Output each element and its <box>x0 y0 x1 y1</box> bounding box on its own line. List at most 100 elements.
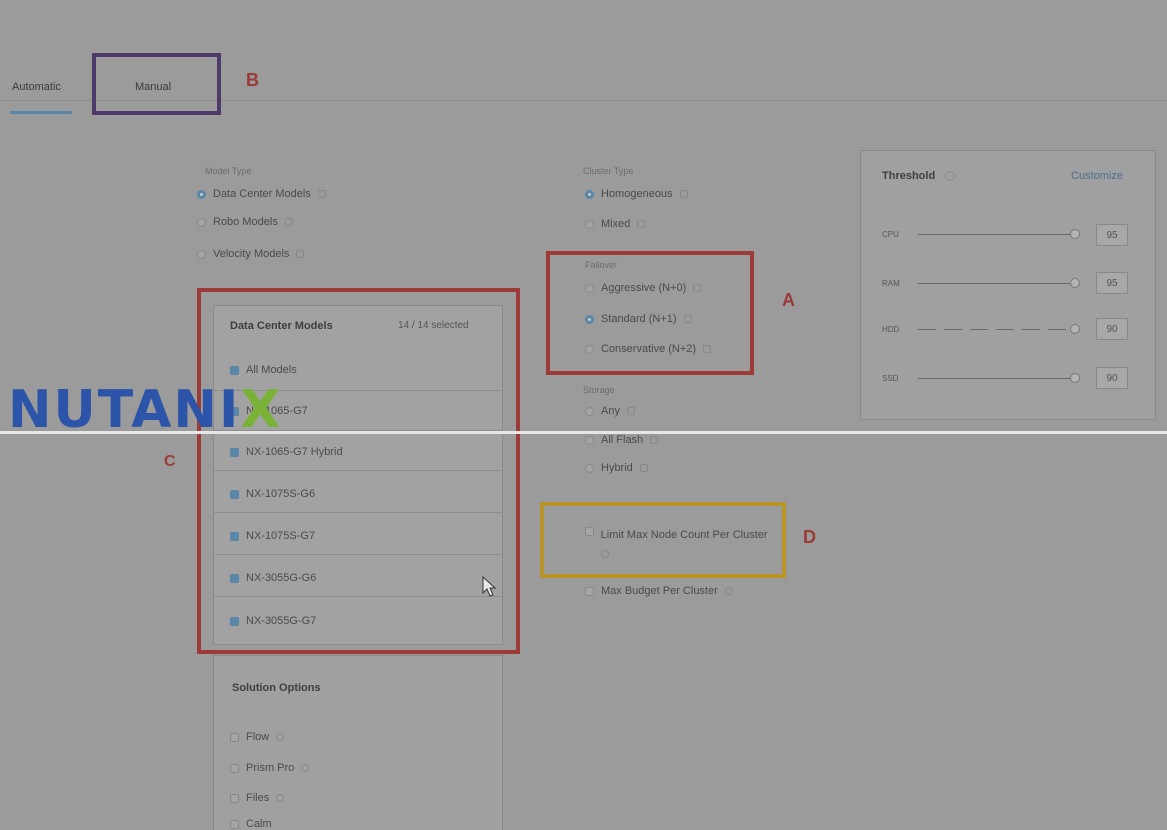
hdd-slider-handle[interactable] <box>1070 324 1080 334</box>
row-divider <box>213 554 503 555</box>
checkbox-checked-icon[interactable] <box>230 489 239 499</box>
checkbox-checked-icon[interactable] <box>230 573 239 583</box>
checkbox-checked-icon[interactable] <box>230 531 239 541</box>
storage-option-allflash[interactable]: All Flash <box>585 434 659 446</box>
option-label: Max Budget Per Cluster <box>601 585 718 597</box>
cpu-threshold-input[interactable]: 95 <box>1096 224 1128 246</box>
list-item-label: NX-1075S-G7 <box>246 530 316 542</box>
ram-slider-handle[interactable] <box>1070 278 1080 288</box>
radio-icon[interactable] <box>585 219 594 229</box>
radio-selected-icon[interactable] <box>197 189 206 199</box>
info-icon <box>284 218 293 226</box>
checkbox-icon[interactable] <box>230 793 239 803</box>
checkbox-icon[interactable] <box>230 732 239 742</box>
hdd-slider-track[interactable] <box>918 329 1073 330</box>
checkbox-checked-icon[interactable] <box>230 616 239 626</box>
option-label: Prism Pro <box>246 762 295 774</box>
option-label: Data Center Models <box>213 188 311 200</box>
list-item-all-models[interactable]: All Models <box>230 364 297 376</box>
cluster-type-option-homogeneous[interactable]: Homogeneous <box>585 188 688 200</box>
limit-max-node-label: Limit Max Node Count Per Cluster <box>600 525 770 565</box>
radio-icon[interactable] <box>585 283 594 293</box>
option-label: Aggressive (N+0) <box>601 282 687 294</box>
radio-selected-icon[interactable] <box>585 189 594 199</box>
dc-models-title: Data Center Models <box>230 320 333 332</box>
solution-option-flow[interactable]: Flow <box>230 731 285 743</box>
option-label: Conservative (N+2) <box>601 343 697 355</box>
annotation-box-c <box>197 288 520 654</box>
info-icon <box>296 250 305 258</box>
checkbox-checked-icon[interactable] <box>230 447 239 457</box>
storage-option-any[interactable]: Any <box>585 405 635 417</box>
list-item-label: NX-3055G-G7 <box>246 615 317 627</box>
option-label: Homogeneous <box>601 188 673 200</box>
info-icon <box>276 733 285 741</box>
checkbox-icon[interactable] <box>230 819 239 829</box>
failover-option-standard[interactable]: Standard (N+1) <box>585 313 692 325</box>
list-item[interactable]: NX-3055G-G7 <box>230 615 316 627</box>
info-icon <box>650 436 659 444</box>
radio-icon[interactable] <box>197 217 206 227</box>
ssd-threshold-input[interactable]: 90 <box>1096 367 1128 389</box>
option-label: Mixed <box>601 218 631 230</box>
row-divider <box>213 596 503 597</box>
threshold-label-ssd: SSD <box>882 374 899 383</box>
info-icon <box>724 587 733 595</box>
checkbox-icon[interactable] <box>230 763 239 773</box>
storage-option-hybrid[interactable]: Hybrid <box>585 462 648 474</box>
option-label: Any <box>601 405 620 417</box>
list-item[interactable]: NX-1065-G7 Hybrid <box>230 446 343 458</box>
info-icon <box>693 284 702 292</box>
failover-option-aggressive[interactable]: Aggressive (N+0) <box>585 282 702 294</box>
radio-icon[interactable] <box>585 463 594 473</box>
solution-option-prism-pro[interactable]: Prism Pro <box>230 762 310 774</box>
info-icon <box>679 190 688 198</box>
info-icon <box>639 464 648 472</box>
list-item[interactable]: NX-1075S-G6 <box>230 488 315 500</box>
option-label: All Flash <box>601 434 644 446</box>
ram-threshold-input[interactable]: 95 <box>1096 272 1128 294</box>
radio-selected-icon[interactable] <box>585 314 594 324</box>
ssd-slider-track[interactable] <box>918 378 1073 379</box>
hdd-threshold-input[interactable]: 90 <box>1096 318 1128 340</box>
cpu-slider-track[interactable] <box>918 234 1073 235</box>
failover-option-conservative[interactable]: Conservative (N+2) <box>585 343 712 355</box>
radio-icon[interactable] <box>585 435 594 445</box>
help-icon <box>945 171 956 181</box>
mouse-cursor-icon <box>482 576 497 597</box>
checkbox-checked-icon[interactable] <box>230 365 239 375</box>
model-type-title: Model Type <box>205 166 252 176</box>
threshold-label-hdd: HDD <box>882 325 900 334</box>
model-type-option-robo[interactable]: Robo Models <box>197 216 293 228</box>
ram-slider-track[interactable] <box>918 283 1073 284</box>
cluster-type-option-mixed[interactable]: Mixed <box>585 218 646 230</box>
list-item[interactable]: NX-1075S-G7 <box>230 530 315 542</box>
limit-max-node-option[interactable]: Limit Max Node Count Per Cluster <box>585 525 770 565</box>
solution-options-title: Solution Options <box>232 682 321 694</box>
checkbox-icon[interactable] <box>585 586 594 596</box>
annotation-box-b <box>92 53 221 115</box>
threshold-title: Threshold <box>882 170 936 182</box>
checkbox-icon[interactable] <box>585 527 594 536</box>
radio-icon[interactable] <box>197 249 206 259</box>
tab-automatic[interactable]: Automatic <box>12 81 61 93</box>
ssd-slider-handle[interactable] <box>1070 373 1080 383</box>
info-icon <box>683 315 692 323</box>
annotation-label-d: D <box>803 527 816 547</box>
model-type-option-velocity[interactable]: Velocity Models <box>197 248 305 260</box>
model-type-option-datacenter[interactable]: Data Center Models <box>197 188 326 200</box>
info-icon <box>600 550 609 558</box>
radio-icon[interactable] <box>585 344 594 354</box>
option-label: Robo Models <box>213 216 278 228</box>
cpu-slider-handle[interactable] <box>1070 229 1080 239</box>
annotation-label-a: A <box>782 290 795 310</box>
radio-icon[interactable] <box>585 406 594 416</box>
solution-option-files[interactable]: Files <box>230 792 285 804</box>
max-budget-option[interactable]: Max Budget Per Cluster <box>585 585 733 597</box>
storage-title: Storage <box>583 385 615 395</box>
list-item[interactable]: NX-3055G-G6 <box>230 572 316 584</box>
row-divider <box>213 470 503 471</box>
option-label: Files <box>246 792 270 804</box>
solution-option-calm[interactable]: Calm <box>230 818 272 830</box>
customize-link[interactable]: Customize <box>1071 170 1123 182</box>
